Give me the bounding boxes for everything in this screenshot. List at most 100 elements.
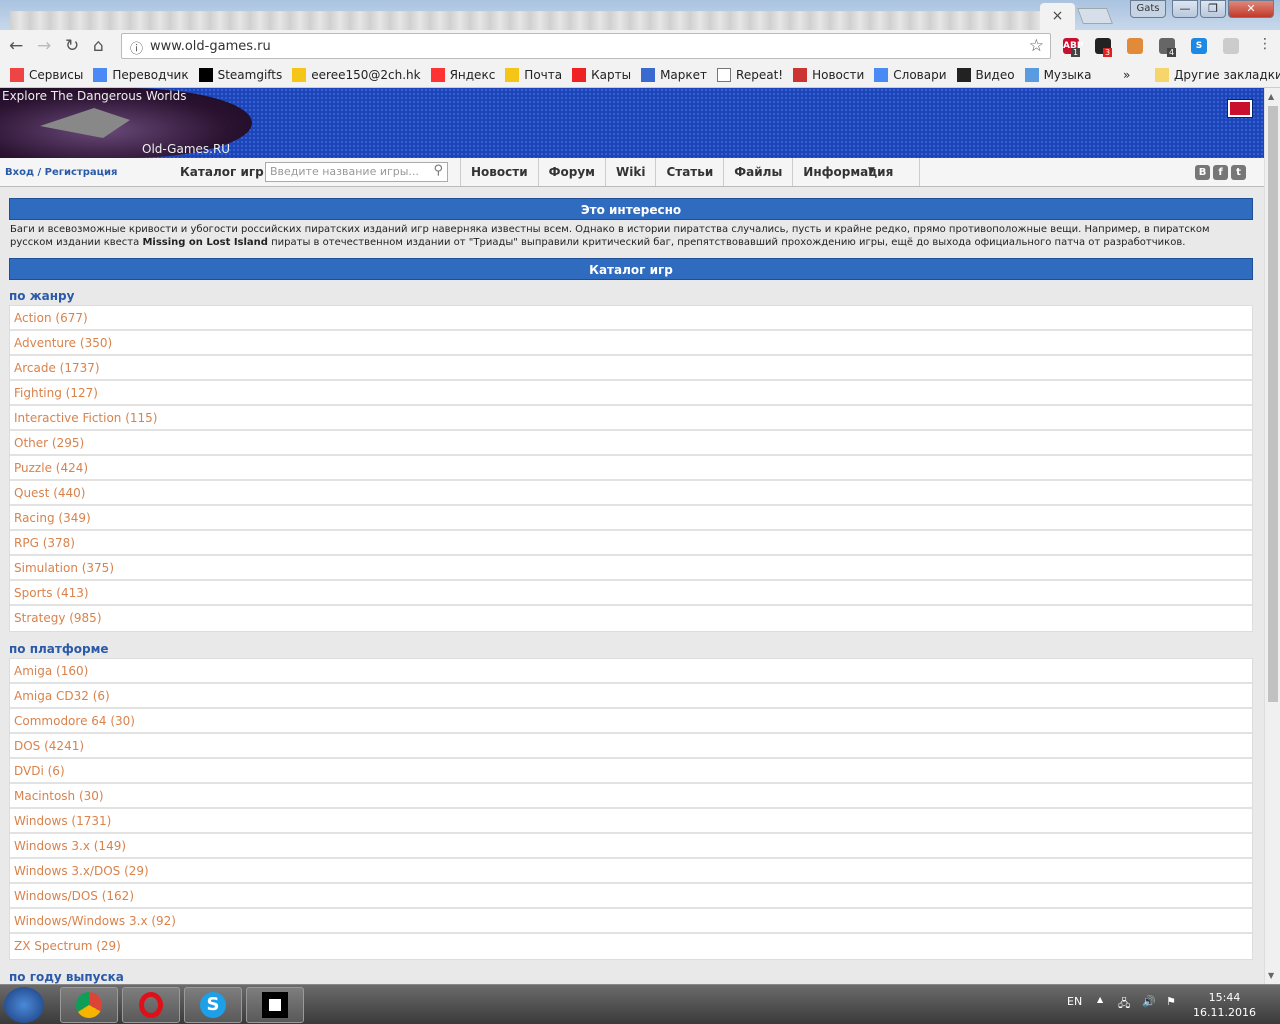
bookmark-item[interactable]: Repeat! xyxy=(717,67,783,82)
bookmark-label: Словари xyxy=(893,67,947,82)
scroll-up-icon[interactable]: ▲ xyxy=(1268,92,1274,101)
uk-flag-icon[interactable] xyxy=(1228,100,1252,117)
platform-link[interactable]: Amiga CD32 (6) xyxy=(10,684,1252,709)
menu-dots-icon[interactable]: ⋮ xyxy=(1258,36,1272,52)
extension-icon[interactable] xyxy=(1223,38,1239,54)
genre-link[interactable]: Adventure (350) xyxy=(10,331,1252,356)
chrome-icon xyxy=(76,992,102,1018)
platform-section-title[interactable]: по платформе xyxy=(9,638,1253,658)
nav-menu-item[interactable]: Статьи xyxy=(655,158,723,186)
bookmark-item[interactable]: Карты xyxy=(572,67,631,82)
maximize-button[interactable]: ❐ xyxy=(1200,0,1226,18)
search-icon[interactable]: ⚲ xyxy=(433,163,443,178)
info-icon[interactable]: ⓘ xyxy=(130,38,143,57)
genre-link[interactable]: Interactive Fiction (115) xyxy=(10,406,1252,431)
pinned-tabs[interactable] xyxy=(10,11,1050,30)
bookmark-item[interactable]: Музыка xyxy=(1024,67,1091,82)
new-tab-button[interactable] xyxy=(1077,8,1113,24)
bookmark-item[interactable]: Сервисы xyxy=(10,67,83,82)
genre-link[interactable]: Arcade (1737) xyxy=(10,356,1252,381)
game-search-input[interactable]: Введите название игры... ⚲ xyxy=(265,162,448,182)
network-icon[interactable]: 🖧 xyxy=(1118,995,1130,1014)
address-bar[interactable]: ⓘ www.old-games.ru ☆ xyxy=(121,33,1051,59)
facebook-icon[interactable]: f xyxy=(1213,165,1228,180)
taskbar-skype[interactable]: S xyxy=(184,987,242,1023)
extension-icon[interactable] xyxy=(1127,38,1143,54)
nav-menu-item[interactable]: Новости xyxy=(460,158,538,186)
login-register-link[interactable]: Вход / Регистрация xyxy=(5,167,117,178)
extension-icon[interactable]: S xyxy=(1191,38,1207,54)
language-indicator[interactable]: EN xyxy=(1067,995,1082,1008)
bookmarks-bar: Сервисы Переводчик Steamgifts eeree150@2ch.… xyxy=(0,62,1280,88)
genre-link[interactable]: Puzzle (424) xyxy=(10,456,1252,481)
platform-link[interactable]: Commodore 64 (30) xyxy=(10,709,1252,734)
genre-link[interactable]: Simulation (375) xyxy=(10,556,1252,581)
site-logo[interactable]: Explore The Dangerous Worlds Old-Games.R… xyxy=(0,88,252,158)
platform-link[interactable]: Windows (1731) xyxy=(10,809,1252,834)
scroll-down-icon[interactable]: ▼ xyxy=(1268,971,1274,980)
bookmark-item[interactable]: Маркет xyxy=(641,67,707,82)
year-section-title[interactable]: по году выпуска xyxy=(9,966,1253,986)
bookmark-item[interactable]: Словари xyxy=(874,67,947,82)
genre-link[interactable]: Racing (349) xyxy=(10,506,1252,531)
bookmark-item[interactable]: Видео xyxy=(956,67,1015,82)
genre-link[interactable]: Fighting (127) xyxy=(10,381,1252,406)
platform-link[interactable]: Windows/DOS (162) xyxy=(10,884,1252,909)
bookmark-label: Яндекс xyxy=(449,67,496,82)
platform-link[interactable]: DVDi (6) xyxy=(10,759,1252,784)
platform-link[interactable]: Windows 3.x/DOS (29) xyxy=(10,859,1252,884)
profile-button[interactable]: Gats xyxy=(1130,0,1166,18)
genre-link[interactable]: Sports (413) xyxy=(10,581,1252,606)
more-bookmarks-button[interactable]: » xyxy=(1123,68,1130,82)
home-icon[interactable]: ⌂ xyxy=(93,36,104,56)
bookmark-label: Почта xyxy=(524,67,563,82)
taskbar-opera[interactable] xyxy=(122,987,180,1023)
scrollbar-thumb[interactable] xyxy=(1268,106,1278,702)
tab-close-icon[interactable]: × xyxy=(1052,8,1064,24)
bookmark-item[interactable]: eeree150@2ch.hk xyxy=(292,67,421,82)
genre-link[interactable]: Strategy (985) xyxy=(10,606,1252,631)
nav-menu-item[interactable]: Файлы xyxy=(723,158,792,186)
close-window-button[interactable]: ✕ xyxy=(1228,0,1274,18)
forward-icon[interactable]: → xyxy=(37,36,51,56)
genre-link[interactable]: Action (677) xyxy=(10,306,1252,331)
genre-link[interactable]: RPG (378) xyxy=(10,531,1252,556)
vk-icon[interactable]: B xyxy=(1195,165,1210,180)
catalog-link[interactable]: Каталог игр xyxy=(180,165,264,179)
platform-link[interactable]: Amiga (160) xyxy=(10,659,1252,684)
start-button[interactable] xyxy=(4,987,44,1023)
volume-icon[interactable]: 🔊 xyxy=(1142,995,1156,1008)
clock[interactable]: 15:44 16.11.2016 xyxy=(1193,990,1256,1020)
platform-link[interactable]: Windows 3.x (149) xyxy=(10,834,1252,859)
steamgifts-icon xyxy=(198,67,213,82)
platform-link[interactable]: Macintosh (30) xyxy=(10,784,1252,809)
reload-icon[interactable]: ↻ xyxy=(65,36,79,56)
url-text[interactable]: www.old-games.ru xyxy=(150,39,271,54)
bookmark-star-icon[interactable]: ☆ xyxy=(1029,36,1044,56)
back-icon[interactable]: ← xyxy=(9,36,23,56)
bookmark-item[interactable]: Яндекс xyxy=(430,67,496,82)
nav-menu-item[interactable]: Форум xyxy=(537,158,605,186)
minimize-button[interactable]: — xyxy=(1172,0,1198,18)
other-bookmarks-folder[interactable]: Другие закладки xyxy=(1155,67,1280,82)
genre-link[interactable]: Quest (440) xyxy=(10,481,1252,506)
bookmark-item[interactable]: Steamgifts xyxy=(198,67,282,82)
platform-link[interactable]: Windows/Windows 3.x (92) xyxy=(10,909,1252,934)
genre-section-title[interactable]: по жанру xyxy=(9,285,1253,305)
nav-menu-item[interactable]: Wiki xyxy=(604,158,655,186)
twitter-icon[interactable]: t xyxy=(1231,165,1246,180)
taskbar-app[interactable] xyxy=(246,987,304,1023)
active-tab[interactable]: × xyxy=(1040,3,1075,30)
bookmark-item[interactable]: Переводчик xyxy=(93,67,189,82)
platform-link[interactable]: DOS (4241) xyxy=(10,734,1252,759)
tray-expand-icon[interactable]: ▲ xyxy=(1097,995,1103,1004)
page-scrollbar[interactable]: ▲ ▼ xyxy=(1264,88,1280,984)
bookmark-item[interactable]: Новости xyxy=(793,67,864,82)
fact-game-link[interactable]: Missing on Lost Island xyxy=(142,237,268,248)
taskbar-chrome[interactable] xyxy=(60,987,118,1023)
bookmark-item[interactable]: Почта xyxy=(505,67,563,82)
platform-link[interactable]: ZX Spectrum (29) xyxy=(10,934,1252,959)
genre-link[interactable]: Other (295) xyxy=(10,431,1252,456)
nav-menu-item[interactable]: Информация xyxy=(792,158,921,186)
action-center-flag-icon[interactable]: ⚑ xyxy=(1166,995,1176,1008)
